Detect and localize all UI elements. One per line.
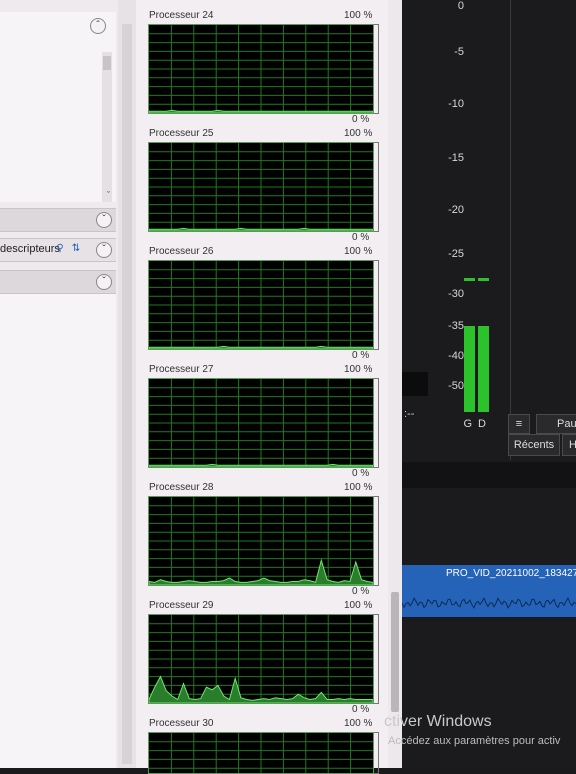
list-scroll-thumb[interactable]	[103, 56, 111, 70]
processor-title: Processeur 29	[149, 600, 214, 611]
graph-bracket	[374, 496, 379, 586]
min-percent-label: 0 %	[352, 114, 370, 125]
cpu-usage-series	[149, 109, 373, 113]
left-panel: ˆ ˇ ˇ descripteurs ⚲ ⇅ ˇ ˇ	[0, 0, 118, 768]
main-scrollbar[interactable]	[118, 0, 136, 768]
max-percent-label: 100 %	[344, 718, 373, 729]
meter-scale-label: -15	[448, 152, 464, 164]
meter-channel-label: D	[478, 418, 486, 430]
top-list-panel: ˆ ˇ	[0, 12, 116, 202]
min-percent-label: 0 %	[352, 350, 370, 361]
meter-scale-label: -35	[448, 320, 464, 332]
time-readout: :--	[404, 408, 415, 420]
meter-peak-marker	[478, 278, 489, 281]
graphs-scroll-thumb[interactable]	[391, 592, 399, 712]
cpu-usage-graph	[148, 378, 374, 468]
meter-level-bar	[478, 326, 489, 412]
cpu-usage-series	[149, 463, 373, 467]
graph-bracket	[374, 24, 379, 114]
processor-title: Processeur 24	[149, 10, 214, 21]
processor-graphs-panel: Processeur 24 100 % 0 % Processeur 25 100 % 0…	[136, 0, 388, 774]
processor-title: Processeur 26	[149, 246, 214, 257]
pause-button[interactable]: Paus	[536, 414, 576, 434]
max-percent-label: 100 %	[344, 246, 373, 257]
processor-title: Processeur 28	[149, 482, 214, 493]
activation-watermark-title: ctiver Windows	[384, 713, 492, 730]
list-scrollbar[interactable]	[102, 52, 112, 202]
collapsed-section-1[interactable]: ˇ	[0, 208, 116, 232]
cpu-usage-series	[149, 227, 373, 231]
processor-title: Processeur 25	[149, 128, 214, 139]
graph-bracket	[374, 260, 379, 350]
processor-title: Processeur 27	[149, 364, 214, 375]
meter-scale-label: 0	[457, 0, 464, 12]
max-percent-label: 100 %	[344, 482, 373, 493]
meter-peak-marker	[464, 278, 475, 281]
cpu-usage-graph	[148, 260, 374, 350]
audio-waveform	[402, 596, 576, 609]
graph-bracket	[374, 378, 379, 468]
processor-title: Processeur 30	[149, 718, 214, 729]
chevron-up-icon[interactable]: ˆ	[90, 18, 106, 34]
meter-scale-label: -40	[448, 350, 464, 362]
descriptors-label: descripteurs	[0, 243, 60, 255]
meter-scale-label: -20	[448, 204, 464, 216]
max-percent-label: 100 %	[344, 128, 373, 139]
meter-scale-label: -50	[448, 380, 464, 392]
max-percent-label: 100 %	[344, 364, 373, 375]
dark-block	[402, 372, 428, 396]
video-clip[interactable]: PRO_VID_20211002_183427_00	[402, 565, 576, 617]
search-icon[interactable]: ⚲	[54, 243, 66, 255]
chevron-down-icon[interactable]: ˇ	[96, 274, 112, 290]
search-descriptors-bar[interactable]: descripteurs ⚲ ⇅ ˇ	[0, 238, 116, 262]
tab-recent[interactable]: Récents	[508, 434, 560, 456]
meter-level-bar	[464, 326, 475, 412]
cpu-usage-graph	[148, 614, 374, 704]
meter-scale-label: -30	[448, 288, 464, 300]
graph-bracket	[374, 614, 379, 704]
lower-panel	[0, 294, 116, 768]
menu-icon[interactable]: ≡	[508, 414, 530, 434]
refresh-icon[interactable]: ⇅	[70, 243, 82, 255]
graphs-scrollbar[interactable]	[388, 0, 402, 768]
chevron-down-icon[interactable]: ˇ	[96, 242, 112, 258]
timeline-header	[402, 462, 576, 488]
chevron-down-icon[interactable]: ˇ	[96, 212, 112, 228]
min-percent-label: 0 %	[352, 232, 370, 243]
activation-watermark-text: Accédez aux paramètres pour activ	[388, 735, 561, 747]
main-scroll-thumb[interactable]	[122, 24, 132, 764]
cpu-usage-series	[149, 345, 373, 349]
max-percent-label: 100 %	[344, 10, 373, 21]
collapsed-section-2[interactable]: ˇ	[0, 270, 116, 294]
min-percent-label: 0 %	[352, 704, 370, 715]
meter-scale-label: -10	[448, 98, 464, 110]
graph-bracket	[374, 142, 379, 232]
max-percent-label: 100 %	[344, 600, 373, 611]
side-divider	[510, 0, 576, 460]
min-percent-label: 0 %	[352, 468, 370, 479]
cpu-usage-graph	[148, 24, 374, 114]
tab-other[interactable]: H	[562, 434, 576, 456]
cpu-usage-graph	[148, 496, 374, 586]
min-percent-label: 0 %	[352, 586, 370, 597]
scroll-down-arrow-icon[interactable]: ˇ	[107, 190, 110, 200]
meter-scale-label: -25	[448, 248, 464, 260]
cpu-usage-graph	[148, 142, 374, 232]
meter-scale-label: -5	[454, 46, 464, 58]
video-editor-panel: 0-5-10-15-20-25-30-35-40-50GD :-- ≡ Paus…	[402, 0, 576, 768]
